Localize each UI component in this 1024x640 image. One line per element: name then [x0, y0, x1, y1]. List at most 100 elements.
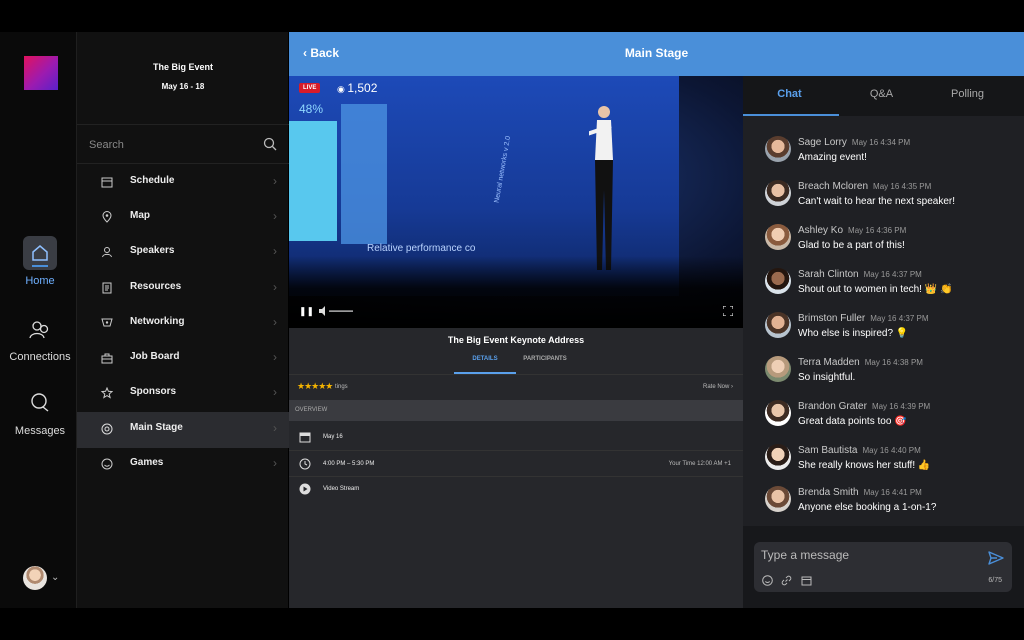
message-author: Sarah Clinton May 16 4:37 PM: [798, 269, 922, 280]
message-author: Terra Madden May 16 4:38 PM: [798, 357, 923, 368]
rail-item-home[interactable]: Home: [0, 236, 80, 287]
audience-silhouette: [289, 256, 743, 328]
chevron-right-icon: ›: [273, 385, 277, 399]
calendar-icon[interactable]: [801, 575, 812, 586]
tab-participants[interactable]: PARTICIPANTS: [515, 356, 575, 362]
volume-slider[interactable]: [319, 306, 355, 316]
user-avatar[interactable]: [23, 566, 47, 590]
event-nav: The Big Event May 16 - 18 Schedule › Map…: [76, 32, 289, 608]
message-text: Who else is inspired? 💡: [798, 328, 909, 339]
author-name: Ashley Ko: [798, 225, 844, 236]
message-author: Brenda Smith May 16 4:41 PM: [798, 487, 922, 498]
main-header: ‹ Back Main Stage: [289, 32, 1024, 76]
message-composer: 6/75: [754, 542, 1012, 592]
rate-now-link[interactable]: Rate Now ›: [703, 384, 733, 390]
nav-item-job-board[interactable]: Job Board ›: [77, 341, 289, 377]
back-button[interactable]: ‹ Back: [303, 46, 339, 60]
fullscreen-icon[interactable]: [723, 306, 733, 316]
rail-label-connections: Connections: [9, 351, 71, 363]
nav-label: Schedule: [130, 175, 175, 186]
session-title: The Big Event Keynote Address: [447, 335, 585, 345]
chat-message: Sage Lorry May 16 4:34 PM Amazing event!: [765, 136, 1020, 176]
map-pin-icon: [102, 211, 112, 223]
live-badge: LIVE: [299, 83, 321, 93]
broadcast-icon: [101, 423, 113, 435]
rail-label-home: Home: [25, 275, 55, 287]
calendar-icon: [101, 177, 113, 188]
avatar[interactable]: [765, 224, 791, 250]
document-icon: [102, 282, 112, 294]
nav-item-sponsors[interactable]: Sponsors ›: [77, 376, 289, 412]
chevron-right-icon: ›: [273, 280, 277, 294]
nav-item-games[interactable]: Games ›: [77, 447, 289, 483]
slide-percent: 48%: [299, 102, 324, 116]
nav-item-main-stage[interactable]: Main Stage ›: [77, 412, 289, 448]
home-icon: [23, 236, 57, 270]
nav-label: Networking: [130, 316, 185, 327]
eye-icon: ◉: [337, 84, 348, 94]
avatar[interactable]: [765, 400, 791, 426]
session-details: The Big Event Keynote Address DETAILS PA…: [289, 328, 743, 608]
message-text: Shout out to women in tech! 👑 👏: [798, 284, 953, 295]
nav-item-schedule[interactable]: Schedule ›: [77, 165, 289, 201]
session-date: May 16: [323, 434, 343, 440]
chat-message: Terra Madden May 16 4:38 PM So insightful…: [765, 356, 1020, 396]
rating-stars[interactable]: ★★★★★: [297, 381, 333, 392]
rail-item-messages[interactable]: Messages: [0, 386, 80, 437]
avatar[interactable]: [765, 444, 791, 470]
search-input[interactable]: [89, 135, 249, 155]
play-icon: [299, 483, 311, 495]
briefcase-icon: [101, 353, 113, 364]
message-time: May 16 4:41 PM: [863, 488, 922, 497]
video-player[interactable]: 48% Neural networks v 2.0 Relative perfo…: [289, 76, 743, 328]
chat-message: Sarah Clinton May 16 4:37 PM Shout out to…: [765, 268, 1020, 308]
pause-button[interactable]: ❚❚: [299, 306, 314, 317]
detail-row-time: 4:00 PM – 5:30 PM Your Time 12:00 AM +1: [289, 452, 743, 476]
message-text: Can't wait to hear the next speaker!: [798, 196, 955, 207]
avatar[interactable]: [765, 180, 791, 206]
nav-item-networking[interactable]: Networking ›: [77, 306, 289, 342]
send-icon[interactable]: [988, 550, 1004, 566]
tab-chat[interactable]: Chat: [743, 88, 836, 100]
chevron-right-icon: ›: [273, 456, 277, 470]
avatar[interactable]: [765, 486, 791, 512]
avatar[interactable]: [765, 356, 791, 382]
message-text: Amazing event!: [798, 152, 867, 163]
message-text: She really knows her stuff! 👍: [798, 460, 931, 471]
avatar[interactable]: [765, 312, 791, 338]
avatar[interactable]: [765, 268, 791, 294]
rail-item-connections[interactable]: Connections: [0, 312, 80, 363]
message-time: May 16 4:40 PM: [862, 446, 921, 455]
nav-item-resources[interactable]: Resources ›: [77, 271, 289, 307]
message-input[interactable]: [761, 547, 971, 563]
message-text: So insightful.: [798, 372, 856, 383]
tab-details[interactable]: DETAILS: [455, 356, 515, 362]
author-name: Breach Mcloren: [798, 181, 869, 192]
chat-message: Ashley Ko May 16 4:36 PM Glad to be a par…: [765, 224, 1020, 264]
overview-header: OVERVIEW: [289, 400, 743, 421]
message-author: Breach Mcloren May 16 4:35 PM: [798, 181, 931, 192]
slide-bar: [289, 121, 337, 241]
calendar-icon: [299, 432, 311, 443]
message-time: May 16 4:36 PM: [848, 226, 907, 235]
tab-polling[interactable]: Polling: [921, 88, 1014, 100]
app-logo: [24, 56, 58, 90]
message-time: May 16 4:38 PM: [864, 358, 923, 367]
message-author: Brimston Fuller May 16 4:37 PM: [798, 313, 929, 324]
chevron-down-icon[interactable]: ⌄: [51, 572, 59, 583]
nav-item-map[interactable]: Map ›: [77, 200, 289, 236]
search-icon[interactable]: [263, 137, 277, 151]
chevron-right-icon: ›: [273, 244, 277, 258]
nav-label: Games: [130, 457, 164, 468]
nav-label: Job Board: [130, 351, 180, 362]
link-icon[interactable]: [781, 575, 792, 586]
event-title: The Big Event: [152, 62, 213, 72]
nav-item-speakers[interactable]: Speakers ›: [77, 235, 289, 271]
chevron-right-icon: ›: [273, 421, 277, 435]
emoji-icon[interactable]: [762, 575, 773, 586]
author-name: Brenda Smith: [798, 487, 859, 498]
clock-icon: [299, 458, 311, 470]
tab-qa[interactable]: Q&A: [835, 88, 928, 100]
avatar[interactable]: [765, 136, 791, 162]
message-text: Glad to be a part of this!: [798, 240, 905, 251]
